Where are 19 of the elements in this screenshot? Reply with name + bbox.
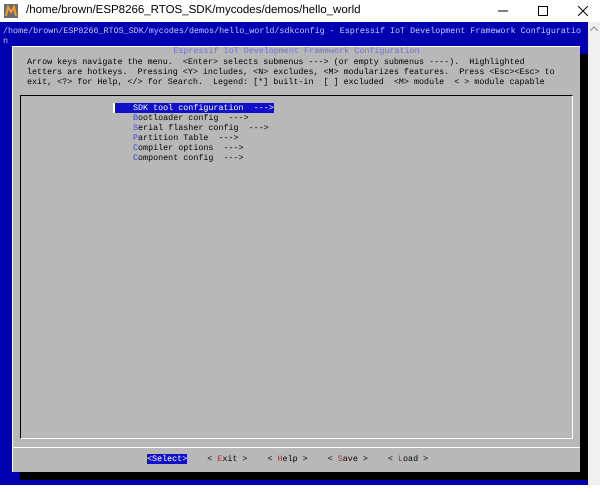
window-title: /home/brown/ESP8266_RTOS_SDK/mycodes/demos/hello_world (26, 3, 361, 18)
scroll-up-icon[interactable] (590, 26, 598, 31)
menu-item[interactable]: Bootloader config ---> (113, 113, 249, 123)
dialog-button[interactable]: < Load > (388, 454, 428, 464)
dialog-button[interactable]: < Help > (267, 454, 308, 464)
app-icon (4, 4, 18, 18)
menu-item[interactable]: Serial flasher config ---> (113, 123, 269, 133)
dialog-button[interactable]: < Save > (328, 454, 368, 464)
terminal-title: /home/brown/ESP8266_RTOS_SDK/mycodes/demos/hello_world/sdkconfig - Espressif IoT Development Framework Configuration (3, 26, 582, 46)
menu-item[interactable]: SDK tool configuration ---> (113, 103, 274, 113)
maximize-icon[interactable] (538, 6, 548, 16)
dialog-button[interactable]: <Select> (147, 454, 188, 464)
dialog-title: Espressif IoT Development Framework Configuration (172, 46, 421, 56)
menu-item[interactable]: Compiler options ---> (113, 143, 244, 153)
dialog-button[interactable]: < Exit > (207, 454, 248, 464)
menu-item[interactable]: Partition Table ---> (113, 133, 239, 143)
menu-item[interactable]: Component config ---> (113, 153, 244, 163)
close-icon[interactable] (578, 6, 588, 16)
help-text: Arrow keys navigate the menu. <Enter> selects submenus ---> (or empty submenus ----). Highlighted letters are hotkeys. Pressing <Y> includes, <N> excludes, <M> modularizes features. Press <Esc><Esc> to exit, <?> for Help, </> for Search. Legend: [*] built-in [ ] excluded <M> module < > module capable (26, 57, 556, 87)
